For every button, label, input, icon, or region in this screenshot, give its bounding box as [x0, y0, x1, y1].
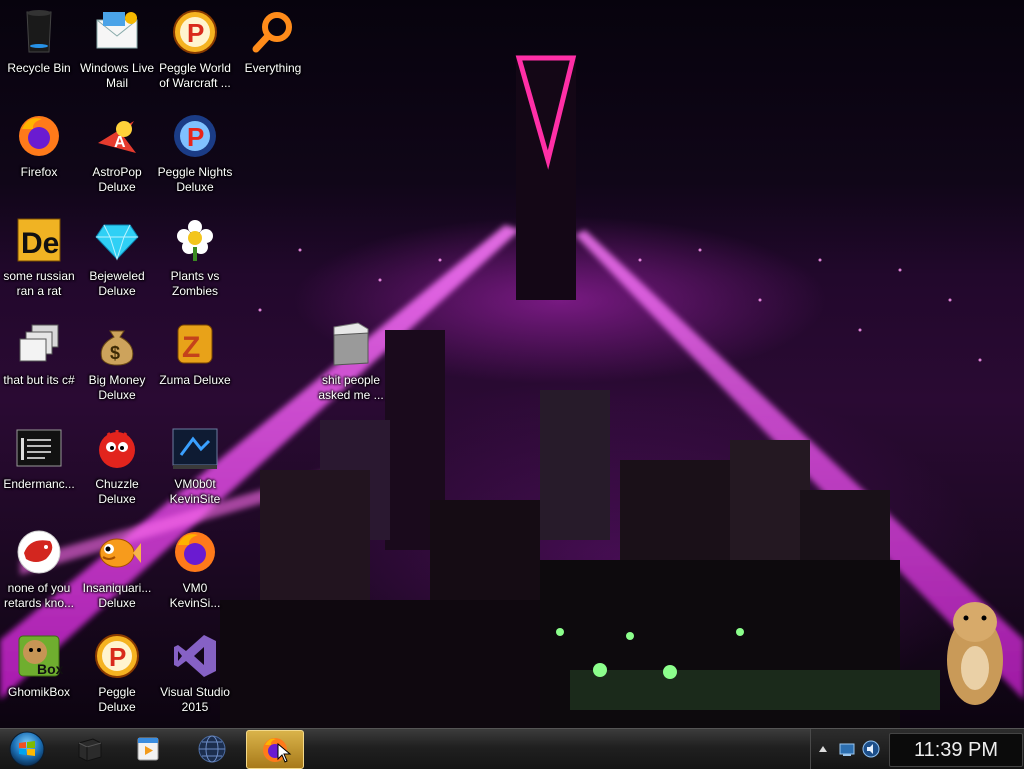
vm-icon	[171, 424, 219, 472]
desktop-icon-label: Peggle Deluxe	[98, 685, 136, 714]
taskbar-firefox-button[interactable]	[246, 730, 304, 769]
desktop-icon-gopher-box[interactable]: Box GhomikBox	[0, 626, 78, 726]
desktop-icon-folder[interactable]: shit people asked me ...	[312, 314, 390, 414]
desktop-icon-rat-logo[interactable]: none of you retards kno...	[0, 522, 78, 622]
windows-orb-icon	[9, 731, 45, 767]
stacked-windows-icon	[15, 320, 63, 368]
show-hidden-icons-button[interactable]	[815, 741, 831, 757]
desktop-icon-label: that but its c#	[3, 373, 75, 387]
volume-icon	[862, 740, 880, 758]
firefox-icon	[171, 528, 219, 576]
desktop-icon-label: Chuzzle Deluxe	[95, 477, 139, 506]
terminal-box-icon	[78, 737, 102, 762]
desktop-icon-label: Insaniquari... Deluxe	[82, 581, 152, 610]
desktop-icon-diamond[interactable]: Bejeweled Deluxe	[78, 210, 156, 310]
desktop-icon-console[interactable]: Endermanc...	[0, 418, 78, 518]
desktop-icon-label: Peggle World of Warcraft ...	[159, 61, 231, 90]
desktop-icon-label: AstroPop Deluxe	[92, 165, 142, 194]
fish-icon	[93, 528, 141, 576]
rat-logo-icon	[15, 528, 63, 576]
svg-text:$: $	[110, 343, 120, 363]
desktop-icon-label: Windows Live Mail	[79, 61, 155, 90]
firefox-icon	[15, 112, 63, 160]
magnifier-icon	[249, 8, 297, 56]
desktop-icon-label: shit people asked me ...	[318, 373, 384, 402]
desktop-icon-visual-studio[interactable]: Visual Studio 2015	[156, 626, 234, 726]
folder-icon	[327, 320, 375, 368]
desktop-icon-label: Zuma Deluxe	[159, 373, 231, 387]
desktop-icon-money-bag[interactable]: $ Big Money Deluxe	[78, 314, 156, 414]
desktop-icon-label: Peggle Nights Deluxe	[157, 165, 233, 194]
taskbar-media-player-button[interactable]	[120, 730, 176, 767]
taskbar-clock[interactable]: 11:39 PM	[889, 733, 1023, 767]
peggle-icon: P	[171, 8, 219, 56]
astropop-icon: A	[93, 112, 141, 160]
svg-text:P: P	[109, 642, 126, 672]
desktop-icon-vm[interactable]: VM0b0t KevinSite	[156, 418, 234, 518]
desktop-icon-label: some russian ran a rat	[3, 269, 75, 298]
chuzzle-icon	[93, 424, 141, 472]
start-button[interactable]	[4, 730, 50, 768]
windows-live-mail-icon	[93, 8, 141, 56]
gopher-box-icon: Box	[15, 632, 63, 680]
desktop-icon-de[interactable]: De some russian ran a rat	[0, 210, 78, 310]
recycle-bin-icon	[15, 8, 63, 56]
system-tray: 11:39 PM	[810, 729, 1024, 769]
console-icon	[15, 424, 63, 472]
zuma-icon: Z	[171, 320, 219, 368]
de-icon: De	[15, 216, 63, 264]
desktop-icon-windows-live-mail[interactable]: Windows Live Mail	[78, 2, 156, 102]
desktop-icon-chuzzle[interactable]: Chuzzle Deluxe	[78, 418, 156, 518]
svg-text:Box: Box	[37, 661, 63, 677]
show-hidden-icons-arrow-icon	[819, 746, 827, 752]
desktop-icon-label: Plants vs Zombies	[170, 269, 220, 298]
money-bag-icon: $	[93, 320, 141, 368]
svg-text:Z: Z	[182, 331, 200, 364]
flower-icon	[171, 216, 219, 264]
desktop-icon-label: Big Money Deluxe	[88, 373, 146, 402]
desktop-icon-label: Everything	[244, 61, 302, 75]
desktop-icon-astropop[interactable]: A AstroPop Deluxe	[78, 106, 156, 206]
media-player-icon	[137, 737, 159, 760]
volume-tray-button[interactable]	[861, 739, 881, 759]
desktop-icon-label: Visual Studio 2015	[160, 685, 230, 714]
desktop-icon-label: VM0b0t KevinSite	[169, 477, 221, 506]
desktop-icon-peggle[interactable]: P Peggle Deluxe	[78, 626, 156, 726]
svg-text:A: A	[114, 134, 126, 151]
network-tray-button[interactable]	[837, 739, 857, 759]
desktop-icon-peggle[interactable]: P Peggle World of Warcraft ...	[156, 2, 234, 102]
taskbar-globe-button[interactable]	[184, 730, 240, 767]
peggle-icon: P	[93, 632, 141, 680]
svg-text:De: De	[21, 227, 59, 260]
desktop-icon-label: Firefox	[20, 165, 58, 179]
diamond-icon	[93, 216, 141, 264]
mouse-cursor-icon	[277, 743, 292, 763]
desktop-icon-zuma[interactable]: Z Zuma Deluxe	[156, 314, 234, 414]
desktop-icon-peggle-nights[interactable]: P Peggle Nights Deluxe	[156, 106, 234, 206]
desktop-icon-label: Bejeweled Deluxe	[89, 269, 145, 298]
desktop-icon-firefox[interactable]: Firefox	[0, 106, 78, 206]
desktop-icon-fish[interactable]: Insaniquari... Deluxe	[78, 522, 156, 622]
desktop-icon-label: VM0 KevinSi...	[169, 581, 221, 610]
globe-icon	[198, 735, 226, 762]
peggle-nights-icon: P	[171, 112, 219, 160]
taskbar-terminal-button[interactable]	[62, 730, 118, 767]
desktop-icon-label: Endermanc...	[3, 477, 75, 491]
desktop-icon-label: Recycle Bin	[7, 61, 71, 75]
visual-studio-icon	[171, 632, 219, 680]
network-icon	[839, 743, 855, 756]
desktop-icon-flower[interactable]: Plants vs Zombies	[156, 210, 234, 310]
desktop-icon-label: none of you retards kno...	[3, 581, 75, 610]
desktop-icon-label: GhomikBox	[7, 685, 71, 699]
taskbar: 11:39 PM	[0, 728, 1024, 769]
desktop-icon-stacked-windows[interactable]: that but its c#	[0, 314, 78, 414]
hamster-icon	[947, 602, 1003, 705]
desktop-icon-magnifier[interactable]: Everything	[234, 2, 312, 102]
svg-text:P: P	[187, 18, 204, 48]
desktop-icon-firefox[interactable]: VM0 KevinSi...	[156, 522, 234, 622]
desktop-icon-recycle-bin[interactable]: Recycle Bin	[0, 2, 78, 102]
svg-text:P: P	[187, 122, 204, 152]
